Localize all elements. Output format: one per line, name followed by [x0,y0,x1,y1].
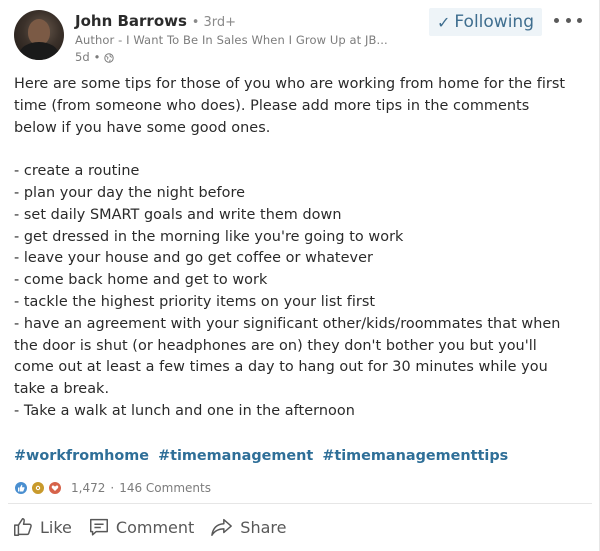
check-icon: ✓ [436,12,451,32]
love-reaction-icon[interactable] [48,481,62,495]
celebrate-reaction-icon[interactable] [31,481,45,495]
author-headline[interactable]: Author - I Want To Be In Sales When I Gr… [75,33,435,47]
action-divider [8,503,592,504]
share-label: Share [240,517,287,537]
like-label: Like [40,517,72,537]
tip-line: - tackle the highest priority items on y… [14,293,376,310]
hashtag-link[interactable]: #workfromhome [14,448,149,464]
meta-separator: • [93,50,101,64]
social-separator: · [110,481,115,495]
comment-button[interactable]: Comment [88,516,194,538]
post-meta: 5d • [75,50,115,64]
social-counts: 1,472 · 146 Comments [14,478,211,498]
tip-line: the door is shut (or headphones are on) … [14,337,537,354]
post-text-line: Here are some tips for those of you who … [14,76,566,92]
tip-line: take a break. [14,381,110,398]
author-name[interactable]: John Barrows [75,12,187,30]
tip-line: - leave your house and go get coffee or … [14,250,373,267]
post-text: Here are some tips for those of you who … [14,74,586,423]
share-button[interactable]: Share [210,516,286,538]
tip-line: come out at least a few times a day to h… [14,359,548,376]
post-actions: Like Comment Share [12,513,286,541]
post-time[interactable]: 5d [75,50,90,64]
thumbs-up-icon [12,516,34,538]
feed-post-card: John Barrows • 3rd+ Author - I Want To B… [0,0,600,551]
connection-degree: 3rd+ [203,15,237,30]
following-label: Following [454,12,534,32]
connection-degree-separator: • [191,15,204,30]
following-button[interactable]: ✓ Following [428,8,542,36]
more-dot-icon [577,17,582,23]
more-dot-icon [554,17,559,23]
tip-line: - set daily SMART goals and write them d… [14,206,342,223]
reactions-count[interactable]: 1,472 [71,481,105,495]
post-text-line: time (from someone who does). Please add… [14,97,530,114]
tip-line: - Take a walk at lunch and one in the af… [14,402,355,419]
tip-line: - come back home and get to work [14,272,268,289]
hashtag-link[interactable]: #timemanagement [158,448,313,464]
comment-label: Comment [115,517,195,537]
tip-line: - plan your day the night before [14,184,246,201]
share-arrow-icon [210,516,234,538]
globe-icon [104,52,115,63]
author-name-line: John Barrows • 3rd+ [75,12,236,30]
hashtag-list: #workfromhome #timemanagement #timemanag… [14,448,512,464]
hashtag-link[interactable]: #timemanagementtips [322,448,508,464]
comment-icon [88,516,110,538]
tip-line: - get dressed in the morning like you're… [14,228,404,245]
more-options-button[interactable] [554,10,582,30]
author-avatar[interactable] [14,10,64,60]
like-reaction-icon[interactable] [14,481,28,495]
tip-line: - have an agreement with your significan… [14,315,561,332]
more-dot-icon [565,17,571,23]
like-button[interactable]: Like [12,516,72,538]
tip-line: - create a routine [14,163,140,180]
post-text-line: below if you have some good ones. [14,119,271,136]
post-header: John Barrows • 3rd+ Author - I Want To B… [14,8,586,68]
avatar-shirt [19,42,59,60]
comments-count[interactable]: 146 Comments [119,481,211,495]
